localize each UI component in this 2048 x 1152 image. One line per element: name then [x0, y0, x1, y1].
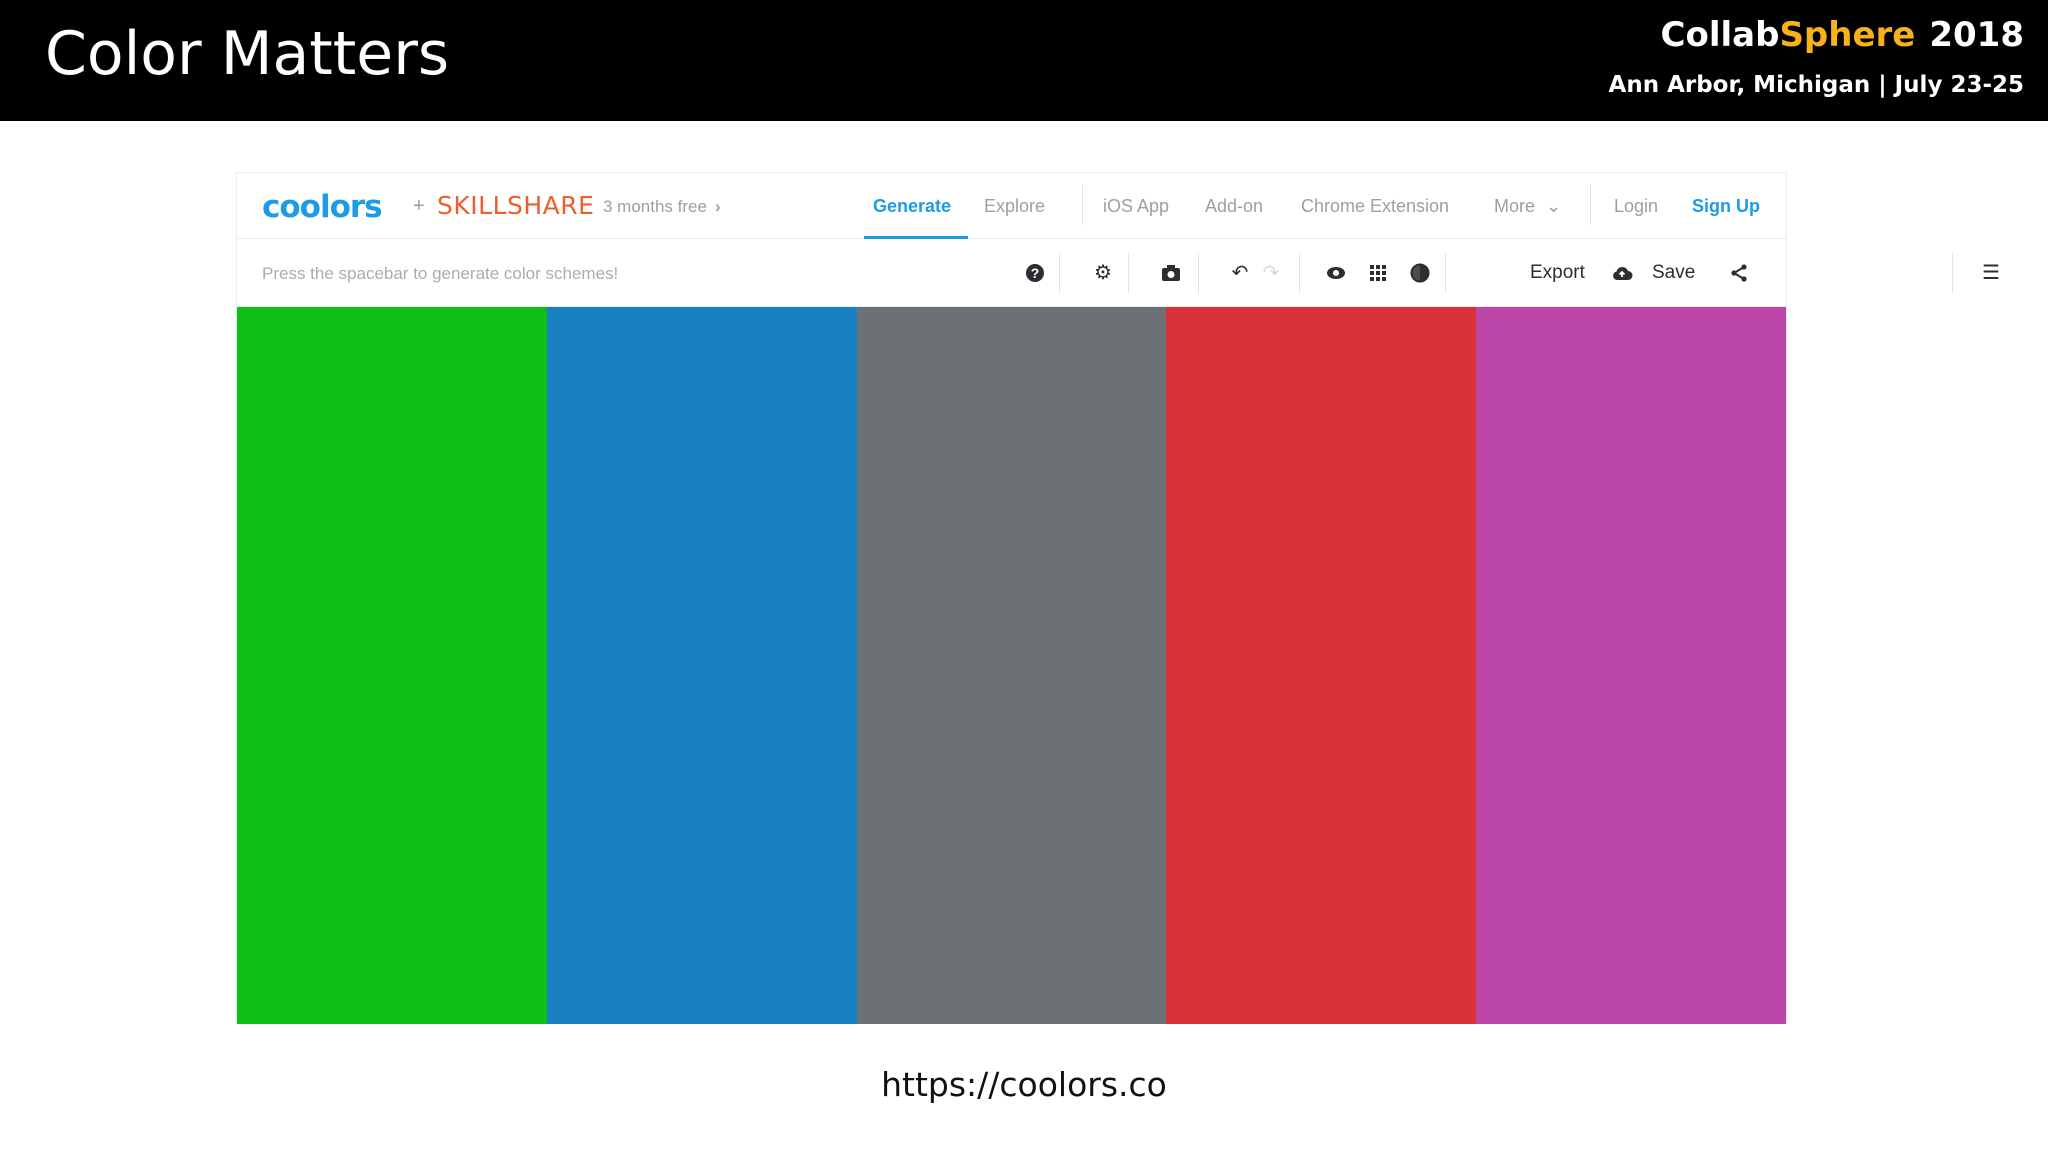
spacebar-hint: Press the spacebar to generate color sch…: [262, 264, 619, 283]
color-swatch-4[interactable]: [1166, 307, 1477, 1024]
toolbar-divider: [1198, 253, 1199, 293]
generator-toolbar: Press the spacebar to generate color sch…: [237, 239, 2000, 307]
toolbar-divider: [1128, 253, 1129, 293]
contrast-icon[interactable]: [1406, 259, 1434, 287]
nav-login[interactable]: Login: [1614, 192, 1658, 220]
chevron-down-icon: ⌄: [1546, 196, 1562, 216]
export-button[interactable]: Export: [1530, 259, 1585, 287]
brand-part2: Sphere: [1779, 15, 1916, 55]
promo-link[interactable]: 3 months free ›: [603, 193, 721, 221]
settings-icon[interactable]: ⚙: [1089, 259, 1117, 287]
nav-more-label: More: [1494, 196, 1536, 216]
nav-explore[interactable]: Explore: [984, 192, 1045, 220]
toolbar-divider: [1445, 253, 1446, 293]
promo-text: 3 months free: [603, 197, 707, 216]
cloud-save-icon[interactable]: [1608, 259, 1636, 287]
nav-ios-app[interactable]: iOS App: [1103, 192, 1169, 220]
nav-addon[interactable]: Add-on: [1205, 192, 1263, 220]
save-button[interactable]: Save: [1652, 259, 1695, 287]
conference-brand: CollabSphere 2018 Ann Arbor, Michigan | J…: [1609, 14, 2024, 102]
nav-divider: [1590, 185, 1591, 225]
toolbar-divider: [1299, 253, 1300, 293]
conference-logo: CollabSphere 2018: [1609, 14, 2024, 56]
nav-signup[interactable]: Sign Up: [1692, 192, 1760, 220]
coolors-screenshot: coolors + SKILLSHARE 3 months free › Gene…: [236, 172, 2000, 1024]
event-details: Ann Arbor, Michigan | July 23-25: [1608, 72, 2024, 98]
grid-icon[interactable]: [1364, 259, 1392, 287]
nav-generate[interactable]: Generate: [873, 192, 951, 220]
brand-part1: Collab: [1660, 15, 1780, 55]
color-swatch-3[interactable]: [856, 307, 1167, 1024]
camera-icon[interactable]: [1157, 259, 1185, 287]
redo-icon[interactable]: ↷: [1257, 259, 1285, 287]
slide-header: Color Matters CollabSphere 2018 Ann Arbor…: [0, 0, 2048, 121]
color-palette: [237, 307, 1786, 1024]
source-url: https://coolors.co: [881, 1065, 1167, 1104]
brand-year: 2018: [1929, 15, 2024, 55]
nav-chrome-extension[interactable]: Chrome Extension: [1301, 192, 1449, 220]
top-navbar: coolors + SKILLSHARE 3 months free › Gene…: [237, 173, 1786, 239]
eye-icon[interactable]: [1322, 259, 1350, 287]
nav-divider: [1082, 185, 1083, 225]
help-icon[interactable]: ?: [1021, 259, 1049, 287]
share-icon[interactable]: [1725, 259, 1753, 287]
coolors-logo[interactable]: coolors: [262, 187, 383, 227]
chevron-right-icon: ›: [714, 197, 721, 216]
color-swatch-2[interactable]: [546, 307, 857, 1024]
plus-sign: +: [413, 195, 425, 217]
toolbar-divider: [1952, 253, 1953, 293]
slide-title: Color Matters: [45, 19, 450, 89]
undo-icon[interactable]: ↶: [1226, 259, 1254, 287]
help-icon-glyph: ?: [1031, 265, 1040, 281]
toolbar-divider: [1059, 253, 1060, 293]
color-swatch-5[interactable]: [1476, 307, 1786, 1024]
nav-more[interactable]: More ⌄: [1494, 192, 1561, 220]
skillshare-logo[interactable]: SKILLSHARE: [437, 189, 594, 223]
color-swatch-1[interactable]: [237, 307, 547, 1024]
menu-icon[interactable]: ☰: [1977, 259, 2005, 287]
